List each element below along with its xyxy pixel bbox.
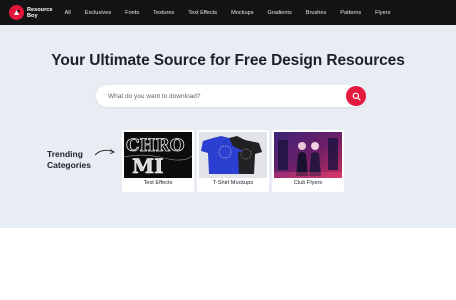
search-input[interactable] — [108, 89, 338, 103]
nav-item-brushes[interactable]: Brushes — [306, 10, 327, 16]
chrome-text-bottom: MI — [132, 154, 164, 178]
search-button[interactable] — [346, 86, 366, 106]
search-bar — [96, 85, 366, 107]
site-logo[interactable]: Resource Boy — [9, 5, 53, 20]
curved-arrow-icon — [94, 149, 115, 156]
top-navigation-bar: Resource Boy All Exclusives Fonts Textur… — [0, 0, 456, 25]
nav-item-flyers[interactable]: Flyers — [375, 10, 390, 16]
logo-line-1: Resource — [27, 6, 53, 13]
search-icon — [352, 92, 361, 101]
logo-line-2: Boy — [27, 12, 38, 19]
category-label: Text Effects — [143, 180, 173, 186]
nav-item-all[interactable]: All — [65, 10, 71, 16]
trending-line-1: Trending — [47, 149, 83, 159]
chrome-text-top: CHRO — [126, 136, 185, 156]
logo-icon — [9, 5, 24, 20]
nav-item-gradients[interactable]: Gradients — [268, 10, 292, 16]
hero-section: Your Ultimate Source for Free Design Res… — [0, 25, 456, 228]
logo-wordmark: Resource Boy — [27, 7, 53, 19]
nav-item-text-effects[interactable]: Text Effects — [188, 10, 217, 16]
nav-item-textures[interactable]: Textures — [153, 10, 174, 16]
club-flyers-thumbnail — [274, 132, 342, 178]
nav-item-mockups[interactable]: Mockups — [231, 10, 253, 16]
category-card-club-flyers[interactable]: Club Flyers — [272, 130, 344, 192]
trending-heading: Trending Categories — [47, 149, 91, 170]
tshirt-mockups-thumbnail — [199, 132, 267, 178]
category-card-tshirt-mockups[interactable]: T-Shirt Mockups — [197, 130, 269, 192]
trending-line-2: Categories — [47, 159, 91, 170]
page-title: Your Ultimate Source for Free Design Res… — [51, 52, 405, 69]
text-effects-thumbnail: CHRO MI — [124, 132, 192, 178]
nav-item-fonts[interactable]: Fonts — [125, 10, 139, 16]
category-label: T-Shirt Mockups — [212, 180, 254, 186]
nav-item-exclusives[interactable]: Exclusives — [85, 10, 111, 16]
category-label: Club Flyers — [293, 180, 323, 186]
nav-item-patterns[interactable]: Patterns — [340, 10, 361, 16]
main-nav: All Exclusives Fonts Textures Text Effec… — [65, 10, 405, 16]
category-card-text-effects[interactable]: CHRO MI Text Effects — [122, 130, 194, 192]
